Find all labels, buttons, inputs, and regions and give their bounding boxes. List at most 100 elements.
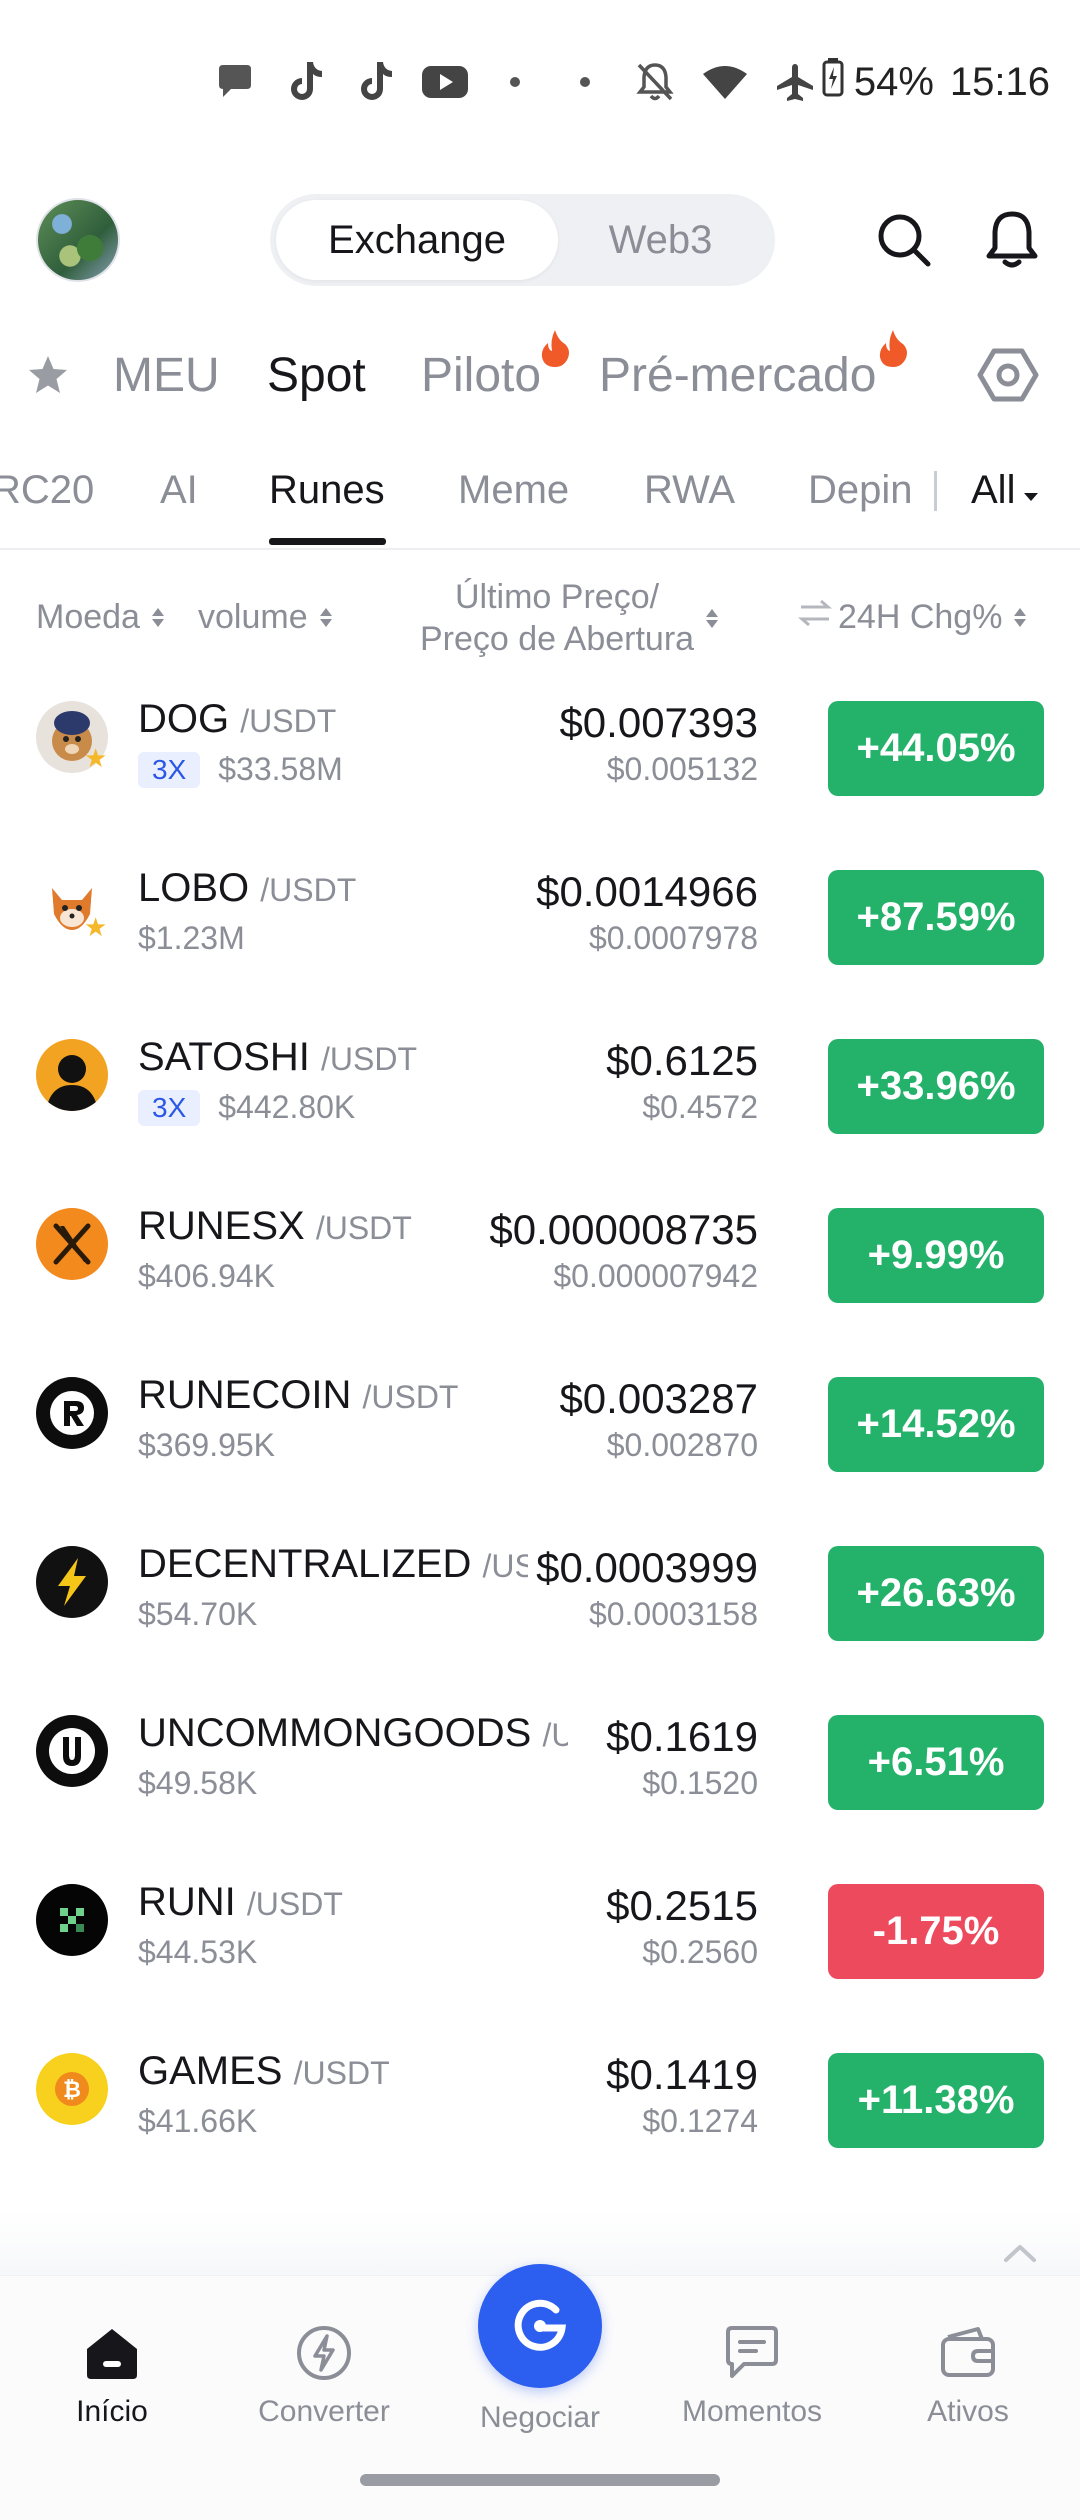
change-badge[interactable]: +11.38%: [828, 2053, 1044, 2148]
favorites-star-icon[interactable]: [26, 330, 70, 420]
web3-segment[interactable]: Web3: [558, 200, 763, 280]
tab-meu[interactable]: MEU: [113, 330, 220, 420]
quote-symbol: /USDT: [293, 2055, 390, 2091]
table-row[interactable]: RUNESX /USDT $406.94K $0.000008735 $0.00…: [0, 1192, 1080, 1361]
all-categories-dropdown[interactable]: All: [935, 455, 1040, 525]
base-symbol: RUNECOIN: [138, 1373, 352, 1417]
change-badge[interactable]: +6.51%: [828, 1715, 1044, 1810]
last-price: $0.003287: [551, 1375, 758, 1423]
change-badge[interactable]: -1.75%: [828, 1884, 1044, 1979]
sort-coin[interactable]: Moeda: [36, 598, 164, 637]
sort-change[interactable]: 24H Chg%: [797, 598, 1027, 637]
table-row[interactable]: RUNI /USDT $44.53K $0.2515 $0.2560 -1.75…: [0, 1868, 1080, 2037]
pair-meta: $54.70K: [138, 1596, 257, 1633]
tab-rc20[interactable]: RC20: [0, 455, 94, 525]
pair-symbol: LOBO /USDT: [138, 866, 356, 911]
table-row[interactable]: ★ LOBO /USDT $1.23M $0.0014966 $0.000797…: [0, 854, 1080, 1023]
pair-meta: $1.23M: [138, 920, 245, 957]
last-price-column-label: Último Preço/: [455, 578, 660, 616]
leverage-badge: 3X: [138, 751, 201, 788]
change-badge[interactable]: +9.99%: [828, 1208, 1044, 1303]
avatar[interactable]: [36, 198, 120, 282]
open-price: $0.0003158: [588, 1596, 758, 1632]
table-row[interactable]: SATOSHI /USDT 3X $442.80K $0.6125 $0.4572…: [0, 1023, 1080, 1192]
pair-symbol: RUNI /USDT: [138, 1880, 343, 1925]
nav-negociar-label[interactable]: Negociar: [440, 2401, 640, 2435]
home-icon: [80, 2321, 144, 2385]
settings-hexagon-icon[interactable]: [976, 330, 1040, 420]
svg-text:₿: ₿: [63, 2078, 81, 2103]
pair-meta: 3X $33.58M: [138, 751, 343, 788]
tab-rwa[interactable]: RWA: [644, 455, 735, 525]
tab-pre-mercado[interactable]: Pré-mercado: [599, 330, 876, 420]
table-row[interactable]: DECENTRALIZED /USDT $54.70K $0.0003999 $…: [0, 1530, 1080, 1699]
battery-icon: [822, 57, 844, 107]
change-badge[interactable]: +87.59%: [828, 870, 1044, 965]
open-price: $0.1520: [642, 1765, 758, 1801]
quote-symbol: /USDT: [246, 1886, 343, 1922]
quote-symbol: /USDT: [240, 703, 337, 739]
table-row[interactable]: ₿ GAMES /USDT $41.66K $0.1419 $0.1274 +1…: [0, 2037, 1080, 2206]
change-column-label: 24H Chg%: [838, 598, 1003, 636]
sort-volume[interactable]: volume: [198, 598, 332, 637]
bell-icon[interactable]: [976, 204, 1048, 276]
change-badge[interactable]: +33.96%: [828, 1039, 1044, 1134]
uncommongoods-coin-icon: [36, 1715, 108, 1787]
exchange-segment[interactable]: Exchange: [276, 200, 558, 280]
base-symbol: UNCOMMONGOODS: [138, 1711, 532, 1755]
nav-momentos[interactable]: Momentos: [652, 2321, 852, 2429]
runecoin-coin-icon: [36, 1377, 108, 1449]
open-price: $0.4572: [642, 1089, 758, 1125]
tab-runes[interactable]: Runes: [269, 455, 385, 525]
tab-depin[interactable]: Depin: [808, 455, 913, 525]
nav-converter[interactable]: Converter: [224, 2321, 424, 2429]
volume-value: $1.23M: [138, 920, 245, 956]
change-badge[interactable]: +44.05%: [828, 701, 1044, 796]
nav-inicio[interactable]: Início: [12, 2321, 212, 2429]
status-right: 54% 15:16: [822, 52, 1050, 112]
table-row[interactable]: UNCOMMONGOODS /USDT $49.58K $0.1619 $0.1…: [0, 1699, 1080, 1868]
last-price: $0.0003999: [528, 1544, 758, 1592]
tab-separator: [934, 471, 937, 511]
base-symbol: DOG: [138, 697, 230, 741]
volume-value: $33.58M: [218, 751, 343, 787]
divider: [0, 548, 1080, 550]
nav-ativos[interactable]: Ativos: [868, 2321, 1068, 2429]
favorite-star-icon: ★: [84, 743, 108, 773]
chevron-up-icon[interactable]: [1002, 2238, 1038, 2268]
search-icon[interactable]: [868, 204, 940, 276]
volume-value: $44.53K: [138, 1934, 258, 1970]
quote-symbol: /USDT: [362, 1379, 459, 1415]
tab-meme[interactable]: Meme: [458, 455, 569, 525]
flame-icon: [538, 328, 572, 368]
pair-meta: $406.94K: [138, 1258, 275, 1295]
pair-meta: $41.66K: [138, 2103, 257, 2140]
last-price: $0.6125: [598, 1037, 758, 1085]
tab-spot[interactable]: Spot: [267, 330, 366, 420]
table-row[interactable]: RUNECOIN /USDT $369.95K $0.003287 $0.002…: [0, 1361, 1080, 1530]
runi-coin-icon: [36, 1884, 108, 1956]
active-tab-indicator: [269, 538, 386, 545]
base-symbol: GAMES: [138, 2049, 283, 2093]
home-indicator[interactable]: [360, 2474, 720, 2486]
leverage-badge: 3X: [138, 1089, 201, 1126]
wifi-icon: [690, 52, 760, 112]
sort-price[interactable]: Último Preço/ Preço de Abertura: [420, 576, 719, 660]
last-price: $0.000008735: [481, 1206, 758, 1254]
table-row[interactable]: ★ DOG /USDT 3X $33.58M $0.007393 $0.00513…: [0, 685, 1080, 854]
tab-piloto[interactable]: Piloto: [421, 330, 541, 420]
trade-button[interactable]: [478, 2264, 602, 2388]
nav-label: Converter: [258, 2395, 390, 2428]
change-badge[interactable]: +14.52%: [828, 1377, 1044, 1472]
last-price: $0.1619: [598, 1713, 758, 1761]
battery-percent: 54%: [853, 59, 934, 104]
open-price-column-label: Preço de Abertura: [420, 620, 695, 658]
sort-arrows-icon: [1014, 608, 1027, 627]
tab-ai[interactable]: AI: [160, 455, 198, 525]
swap-arrows-icon[interactable]: [797, 598, 833, 637]
airplane-icon: [760, 52, 830, 112]
pair-symbol: GAMES /USDT: [138, 2049, 390, 2094]
change-badge[interactable]: +26.63%: [828, 1546, 1044, 1641]
open-price: $0.000007942: [553, 1258, 758, 1294]
dot-icon: [550, 52, 620, 112]
